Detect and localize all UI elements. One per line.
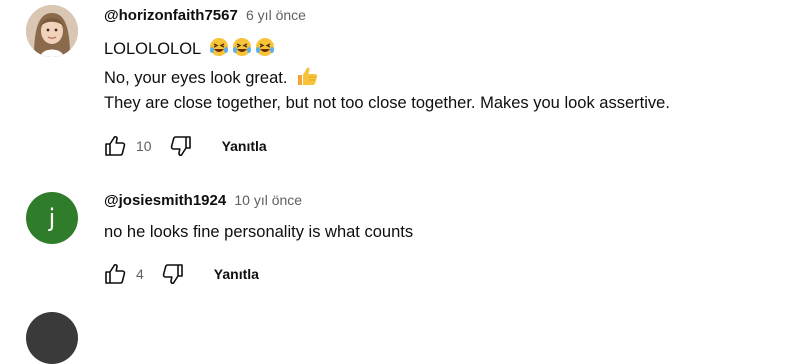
avatar-letter: j — [48, 204, 56, 232]
avatar[interactable] — [26, 5, 78, 57]
comment-text: No, your eyes look great. — [104, 69, 288, 87]
like-count: 10 — [136, 138, 152, 154]
comment-header: @horizonfaith7567 6 yıl önce — [104, 7, 306, 24]
thumbs-up-emoji-icon — [296, 66, 318, 91]
comment-time[interactable]: 10 yıl önce — [234, 192, 302, 208]
comment-text: no he looks fine personality is what cou… — [104, 223, 414, 241]
comment-header: @josiesmith1924 10 yıl önce — [104, 192, 302, 209]
like-count: 4 — [136, 266, 144, 282]
comment-author[interactable]: @horizonfaith7567 — [104, 7, 238, 24]
dislike-button[interactable] — [158, 259, 188, 289]
reply-button[interactable]: Yanıtla — [214, 266, 259, 282]
comment-text-line: no he looks fine personality is what cou… — [104, 223, 413, 242]
comment-actions: 10 Yanıtla — [100, 131, 267, 161]
like-button[interactable] — [100, 259, 130, 289]
laughing-emoji-icon — [209, 37, 275, 62]
comment-text: They are close together, but not too clo… — [104, 94, 670, 112]
comment-text-line: They are close together, but not too clo… — [104, 94, 670, 113]
comment-text-line: No, your eyes look great. — [104, 66, 318, 91]
reply-button[interactable]: Yanıtla — [222, 138, 267, 154]
thumb-down-icon — [162, 264, 183, 285]
avatar[interactable]: j — [26, 192, 78, 244]
like-button[interactable] — [100, 131, 130, 161]
comment-time[interactable]: 6 yıl önce — [246, 7, 306, 23]
thumb-down-icon — [170, 136, 191, 157]
thumb-up-icon — [105, 135, 126, 156]
comment-actions: 4 Yanıtla — [100, 259, 259, 289]
comment-author[interactable]: @josiesmith1924 — [104, 192, 226, 209]
comment: @horizonfaith7567 6 yıl önce LOLOLOLOL N… — [0, 0, 812, 170]
dislike-button[interactable] — [166, 131, 196, 161]
comment-text-line: LOLOLOLOL — [104, 37, 275, 62]
thumb-up-icon — [105, 263, 126, 284]
avatar-photo-icon — [26, 5, 78, 57]
comment-text: LOLOLOLOL — [104, 40, 201, 58]
